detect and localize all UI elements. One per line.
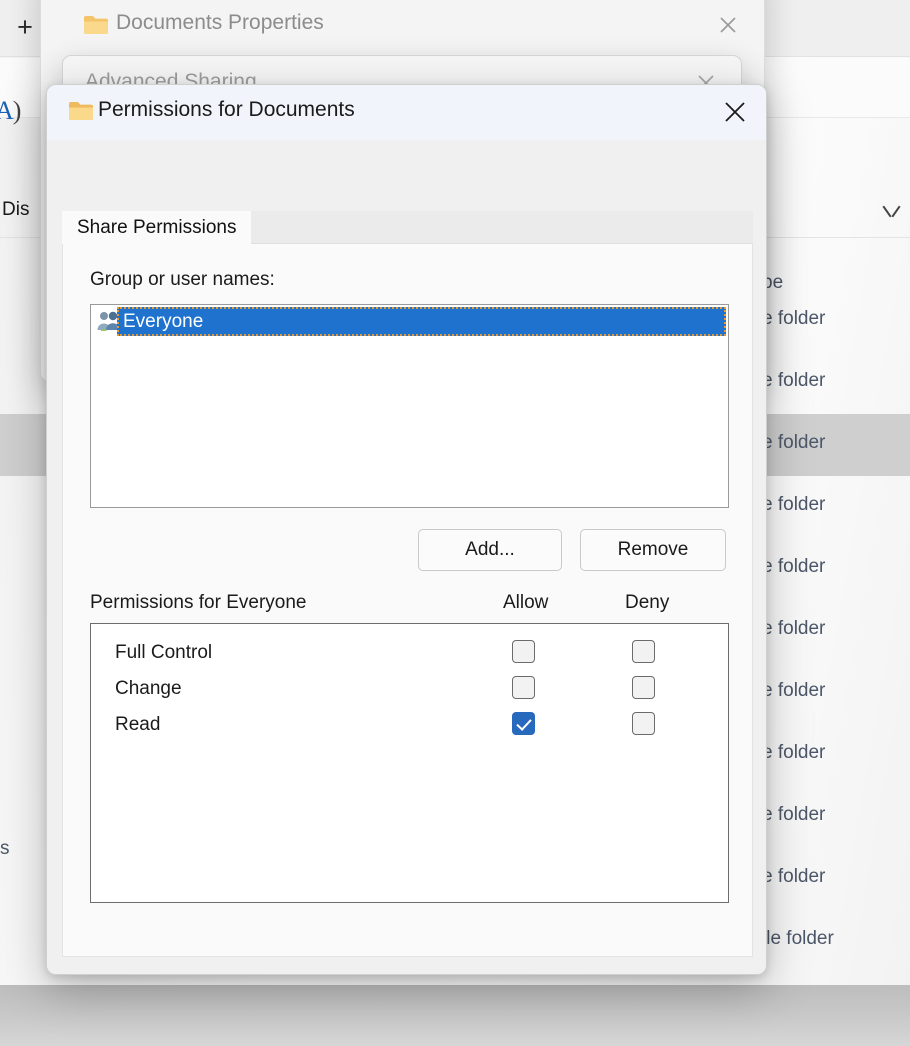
row-type: e folder bbox=[762, 866, 826, 887]
row-type: e folder bbox=[762, 804, 826, 825]
add-button[interactable]: Add... bbox=[418, 529, 562, 571]
explorer-status-area bbox=[0, 985, 910, 1046]
properties-title: Documents Properties bbox=[116, 11, 324, 34]
permissions-title-bar: Permissions for Documents bbox=[47, 85, 766, 140]
footer-divider bbox=[47, 957, 766, 974]
permissions-for-label: Permissions for Everyone bbox=[90, 592, 307, 613]
folder-icon bbox=[68, 100, 94, 122]
permission-row: Read bbox=[91, 708, 728, 744]
properties-title-bar: Documents Properties bbox=[41, 0, 764, 58]
column-header-allow: Allow bbox=[503, 592, 549, 613]
row-type: e folder bbox=[762, 370, 826, 391]
allow-checkbox[interactable] bbox=[512, 640, 535, 663]
permissions-dialog-title: Permissions for Documents bbox=[98, 98, 355, 121]
permission-row: Full Control bbox=[91, 636, 728, 672]
chevron-down-icon[interactable] bbox=[883, 202, 903, 222]
row-type: e folder bbox=[762, 618, 826, 639]
row-type: e folder bbox=[762, 432, 826, 453]
close-icon[interactable] bbox=[716, 94, 754, 130]
column-header-deny: Deny bbox=[625, 592, 670, 613]
permissions-table[interactable]: Full Control Change Read bbox=[90, 623, 729, 903]
row-type: e folder bbox=[762, 556, 826, 577]
folder-icon bbox=[83, 14, 109, 35]
row-type: ile folder bbox=[762, 928, 834, 949]
permissions-dialog-body: Share Permissions Group or user names: E… bbox=[47, 140, 766, 974]
tab-share-permissions[interactable]: Share Permissions bbox=[62, 211, 252, 245]
group-name: Everyone bbox=[123, 310, 204, 332]
truncated-left-text: s bbox=[0, 838, 10, 859]
tab-strip: Share Permissions bbox=[62, 211, 753, 245]
allow-checkbox[interactable] bbox=[512, 712, 535, 735]
row-type: e folder bbox=[762, 308, 826, 329]
allow-checkbox[interactable] bbox=[512, 676, 535, 699]
permissions-dialog[interactable]: Permissions for Documents Share Permissi… bbox=[46, 84, 767, 975]
deny-checkbox[interactable] bbox=[632, 676, 655, 699]
plus-icon[interactable]: + bbox=[6, 8, 44, 46]
remove-button[interactable]: Remove bbox=[580, 529, 726, 571]
column-header-left-label[interactable]: Dis bbox=[2, 199, 29, 221]
close-icon[interactable] bbox=[712, 9, 744, 41]
group-or-user-names-label: Group or user names: bbox=[90, 269, 275, 290]
row-type: e folder bbox=[762, 742, 826, 763]
rename-text-icon[interactable]: A) bbox=[0, 96, 35, 130]
permission-name: Change bbox=[115, 678, 182, 699]
explorer-left-edge: s bbox=[0, 770, 30, 930]
deny-checkbox[interactable] bbox=[632, 712, 655, 735]
screen: + A) Dis pe e folder e folder e folder e fo… bbox=[0, 0, 910, 1046]
permission-name: Read bbox=[115, 714, 161, 735]
row-type: e folder bbox=[762, 494, 826, 515]
permission-name: Full Control bbox=[115, 642, 213, 663]
group-user-list[interactable]: Everyone bbox=[90, 304, 729, 508]
row-type: e folder bbox=[762, 680, 826, 701]
list-item[interactable]: Everyone bbox=[117, 307, 726, 336]
deny-checkbox[interactable] bbox=[632, 640, 655, 663]
permission-row: Change bbox=[91, 672, 728, 708]
